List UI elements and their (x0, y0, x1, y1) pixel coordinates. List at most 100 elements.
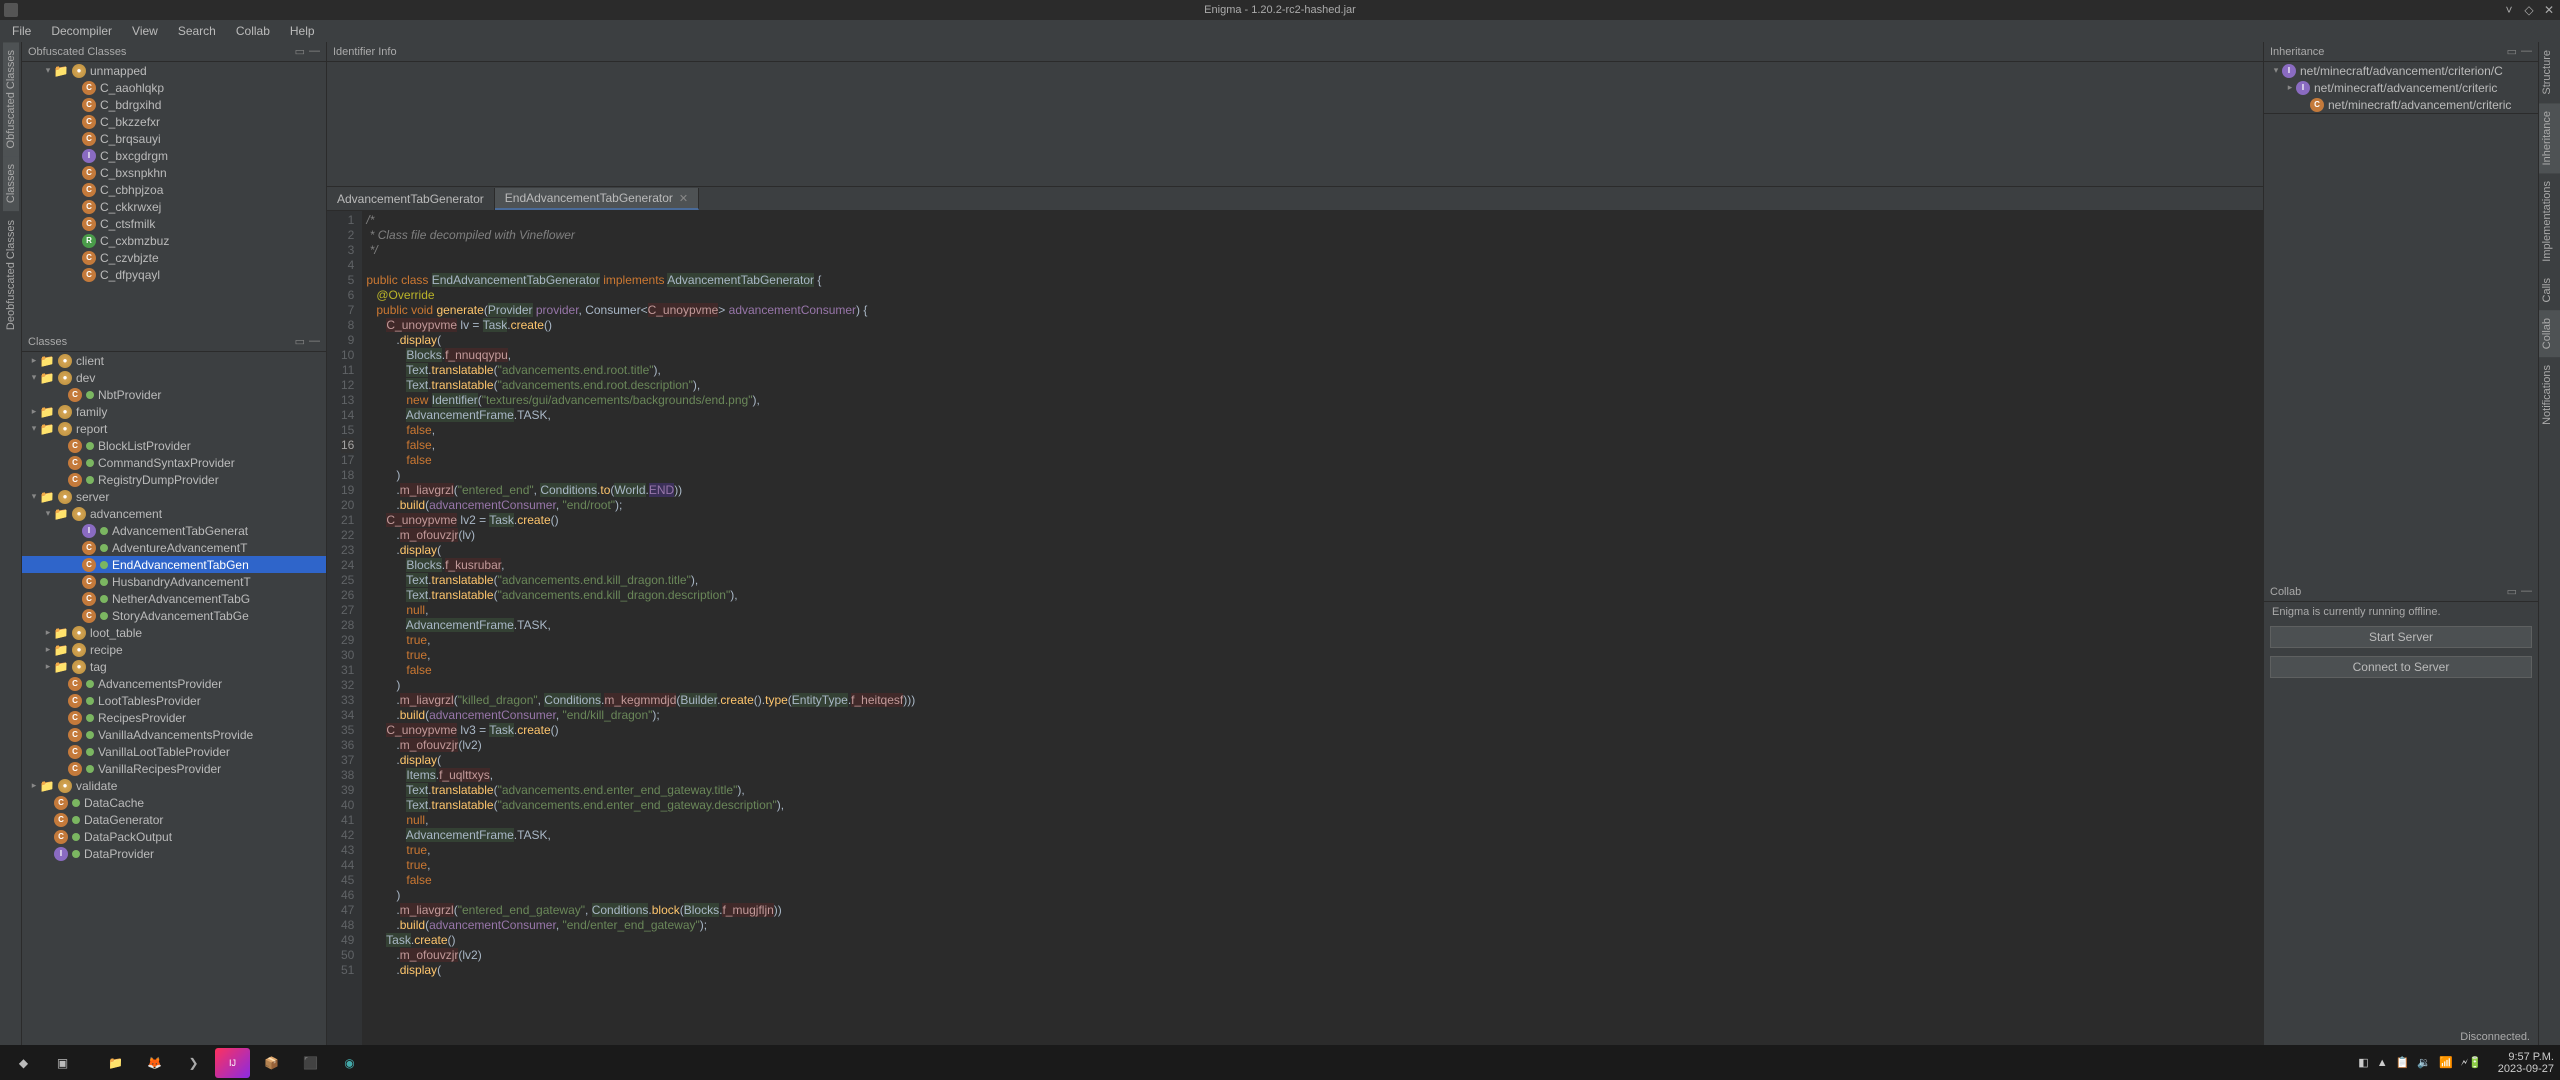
tree-item[interactable]: ▸📁●tag (22, 658, 326, 675)
tree-item[interactable]: CStoryAdvancementTabGe (22, 607, 326, 624)
tree-item[interactable]: CVanillaLootTableProvider (22, 743, 326, 760)
tree-item[interactable]: CAdventureAdvancementT (22, 539, 326, 556)
menu-file[interactable]: File (4, 22, 39, 40)
tree-item[interactable]: ▸Inet/minecraft/advancement/criteric (2264, 79, 2538, 96)
tree-item[interactable]: CHusbandryAdvancementT (22, 573, 326, 590)
tree-label: C_brqsauyi (100, 132, 161, 146)
tree-item[interactable]: IC_bxcgdrgm (22, 147, 326, 164)
panel-dock-icon[interactable]: ▭ (2507, 45, 2517, 58)
horizontal-scrollbar[interactable] (2264, 113, 2538, 123)
tree-item[interactable]: ▸📁●client (22, 352, 326, 369)
menu-collab[interactable]: Collab (228, 22, 278, 40)
side-tab-structure[interactable]: Structure (2539, 42, 2560, 103)
audio-icon[interactable]: 🔉 (2417, 1056, 2431, 1069)
tree-item[interactable]: CRegistryDumpProvider (22, 471, 326, 488)
connect-server-button[interactable]: Connect to Server (2270, 656, 2532, 678)
tree-item[interactable]: CC_cbhpjzoa (22, 181, 326, 198)
terminal-icon[interactable]: ❯ (176, 1048, 211, 1078)
class-icon: C (68, 745, 82, 759)
tree-item[interactable]: ▾📁●server (22, 488, 326, 505)
tray-icon[interactable]: ▲ (2377, 1057, 2388, 1069)
side-tab-obfuscated-classes[interactable]: Obfuscated Classes (3, 42, 19, 156)
panel-dock-icon[interactable]: ▭ (295, 335, 305, 348)
tree-item[interactable]: ▾📁●report (22, 420, 326, 437)
prism-icon[interactable]: 📦 (254, 1048, 289, 1078)
tab-AdvancementTabGenerator[interactable]: AdvancementTabGenerator (327, 188, 495, 210)
task-view-icon[interactable]: ▣ (45, 1048, 80, 1078)
menu-decompiler[interactable]: Decompiler (43, 22, 120, 40)
tree-item[interactable]: ▸📁●validate (22, 777, 326, 794)
tree-item[interactable]: CRecipesProvider (22, 709, 326, 726)
side-tab-classes[interactable]: Classes (3, 156, 19, 211)
panel-minimize-icon[interactable]: — (309, 335, 320, 348)
tab-EndAdvancementTabGenerator[interactable]: EndAdvancementTabGenerator✕ (495, 188, 699, 210)
tree-label: DataGenerator (84, 813, 163, 827)
tree-item[interactable]: IAdvancementTabGenerat (22, 522, 326, 539)
menu-view[interactable]: View (124, 22, 166, 40)
tree-item[interactable]: CDataPackOutput (22, 828, 326, 845)
tree-item[interactable]: CLootTablesProvider (22, 692, 326, 709)
tray-icon[interactable]: ◧ (2358, 1056, 2368, 1069)
close-icon[interactable]: ✕ (2542, 3, 2556, 17)
wifi-icon[interactable]: 📶 (2439, 1056, 2453, 1069)
tree-item[interactable]: CCommandSyntaxProvider (22, 454, 326, 471)
files-icon[interactable]: 📁 (98, 1048, 133, 1078)
panel-dock-icon[interactable]: ▭ (2507, 585, 2517, 598)
minimize-icon[interactable]: ˅ (2502, 3, 2516, 17)
side-tab-inheritance[interactable]: Inheritance (2539, 103, 2560, 173)
code-editor[interactable]: 1234567891011121314151617181920212223242… (327, 211, 2263, 1045)
side-tab-notifications[interactable]: Notifications (2539, 357, 2560, 433)
tree-item[interactable]: CVanillaRecipesProvider (22, 760, 326, 777)
panel-dock-icon[interactable]: ▭ (295, 45, 305, 58)
tree-item[interactable]: ▸📁●loot_table (22, 624, 326, 641)
tree-item[interactable]: CDataCache (22, 794, 326, 811)
menu-search[interactable]: Search (170, 22, 224, 40)
panel-minimize-icon[interactable]: — (309, 45, 320, 58)
side-tab-implementations[interactable]: Implementations (2539, 173, 2560, 270)
app-launcher-icon[interactable]: ◆ (6, 1048, 41, 1078)
tree-item[interactable]: RC_cxbmzbuz (22, 232, 326, 249)
app-icon[interactable]: ◉ (332, 1048, 367, 1078)
side-tab-collab[interactable]: Collab (2539, 310, 2560, 357)
tree-label: C_cxbmzbuz (100, 234, 169, 248)
intellij-icon[interactable]: IJ (215, 1048, 250, 1078)
menu-help[interactable]: Help (282, 22, 323, 40)
tree-item[interactable]: CC_bdrgxihd (22, 96, 326, 113)
side-tab-calls[interactable]: Calls (2539, 270, 2560, 310)
tree-item[interactable]: CAdvancementsProvider (22, 675, 326, 692)
class-icon: C (82, 81, 96, 95)
tree-item[interactable]: CC_bkzzefxr (22, 113, 326, 130)
tree-item[interactable]: ▾📁●dev (22, 369, 326, 386)
battery-icon[interactable]: 🗲🔋 (2461, 1056, 2482, 1070)
tree-item[interactable]: CC_czvbjzte (22, 249, 326, 266)
tree-item[interactable]: Cnet/minecraft/advancement/criteric (2264, 96, 2538, 113)
tree-item[interactable]: ▸📁●recipe (22, 641, 326, 658)
tree-item[interactable]: CDataGenerator (22, 811, 326, 828)
tree-item[interactable]: ▾📁●advancement (22, 505, 326, 522)
tree-item[interactable]: ▾📁●unmapped (22, 62, 326, 79)
tree-item[interactable]: ▸📁●family (22, 403, 326, 420)
tab-close-icon[interactable]: ✕ (679, 192, 688, 205)
panel-minimize-icon[interactable]: — (2521, 45, 2532, 58)
clock[interactable]: 9:57 P.M. 2023-09-27 (2498, 1051, 2554, 1075)
minecraft-icon[interactable]: ⬛ (293, 1048, 328, 1078)
tree-item[interactable]: CC_bxsnpkhn (22, 164, 326, 181)
panel-minimize-icon[interactable]: — (2521, 585, 2532, 598)
tree-item[interactable]: ▾Inet/minecraft/advancement/criterion/C (2264, 62, 2538, 79)
tree-item[interactable]: CC_ctsfmilk (22, 215, 326, 232)
tree-item[interactable]: CC_ckkrwxej (22, 198, 326, 215)
tree-item[interactable]: CNbtProvider (22, 386, 326, 403)
firefox-icon[interactable]: 🦊 (137, 1048, 172, 1078)
tree-item[interactable]: CC_dfpyqayl (22, 266, 326, 283)
clipboard-icon[interactable]: 📋 (2396, 1056, 2410, 1069)
start-server-button[interactable]: Start Server (2270, 626, 2532, 648)
tree-item[interactable]: CBlockListProvider (22, 437, 326, 454)
tree-item[interactable]: IDataProvider (22, 845, 326, 862)
maximize-icon[interactable]: ◇ (2522, 3, 2536, 17)
tree-item[interactable]: CNetherAdvancementTabG (22, 590, 326, 607)
side-tab-deobfuscated-classes[interactable]: Deobfuscated Classes (3, 212, 19, 338)
tree-item[interactable]: CVanillaAdvancementsProvide (22, 726, 326, 743)
tree-item[interactable]: CEndAdvancementTabGen (22, 556, 326, 573)
tree-item[interactable]: CC_aaohlqkp (22, 79, 326, 96)
tree-item[interactable]: CC_brqsauyi (22, 130, 326, 147)
